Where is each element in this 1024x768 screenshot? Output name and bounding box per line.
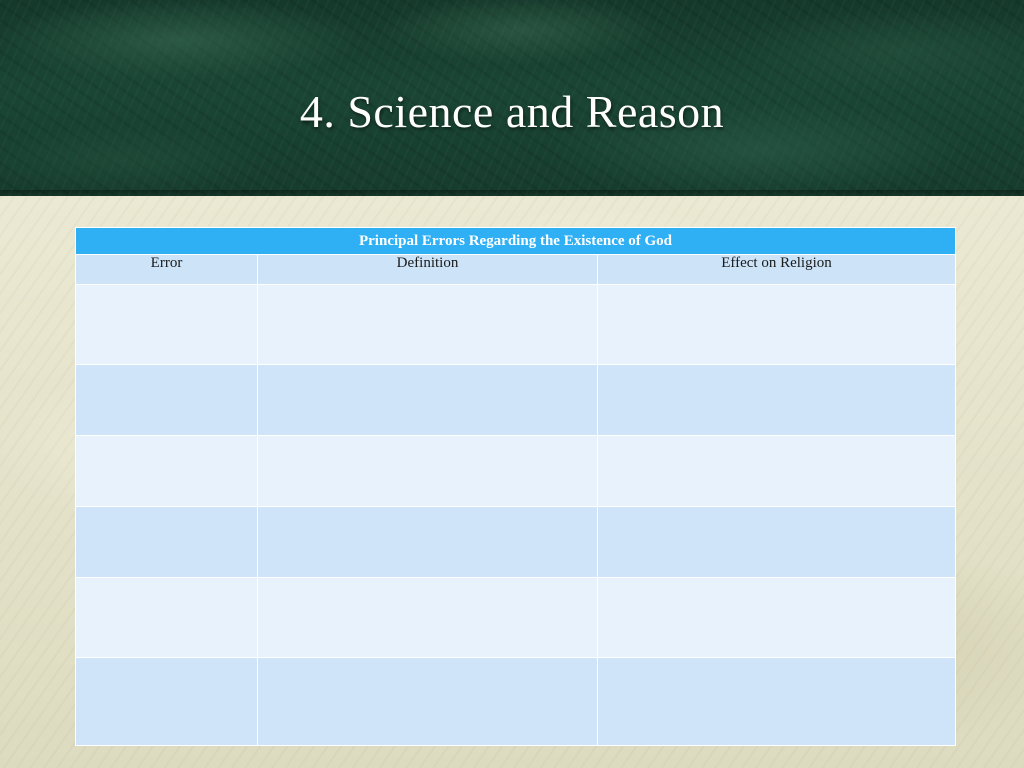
errors-table: Principal Errors Regarding the Existence… xyxy=(74,227,957,746)
column-header-effect-on-religion: Effect on Religion xyxy=(596,254,957,285)
table-cell-definition[interactable] xyxy=(257,577,598,658)
table-row xyxy=(75,657,957,746)
table-caption: Principal Errors Regarding the Existence… xyxy=(74,227,957,255)
table-cell-effect[interactable] xyxy=(596,284,957,365)
table-cell-error[interactable] xyxy=(75,435,258,507)
table-cell-error[interactable] xyxy=(75,577,258,658)
table-cell-definition[interactable] xyxy=(257,284,598,365)
errors-table-container: Principal Errors Regarding the Existence… xyxy=(74,227,957,746)
table-cell-effect[interactable] xyxy=(596,364,957,436)
table-cell-definition[interactable] xyxy=(257,657,598,746)
table-cell-effect[interactable] xyxy=(596,506,957,578)
table-cell-effect[interactable] xyxy=(596,435,957,507)
table-row xyxy=(75,506,957,578)
slide-title: 4. Science and Reason xyxy=(299,86,725,137)
table-cell-definition[interactable] xyxy=(257,506,598,578)
slide: 4. Science and Reason Principal Errors R… xyxy=(0,0,1024,768)
table-row xyxy=(75,364,957,436)
table-cell-definition[interactable] xyxy=(257,364,598,436)
table-row xyxy=(75,577,957,658)
table-row xyxy=(75,284,957,365)
table-cell-error[interactable] xyxy=(75,364,258,436)
table-row xyxy=(75,435,957,507)
table-title-row: Principal Errors Regarding the Existence… xyxy=(74,227,957,255)
table-cell-effect[interactable] xyxy=(596,657,957,746)
table-header-row: Error Definition Effect on Religion xyxy=(75,254,957,285)
table-cell-error[interactable] xyxy=(75,284,258,365)
table-cell-error[interactable] xyxy=(75,657,258,746)
table-cell-error[interactable] xyxy=(75,506,258,578)
table-cell-effect[interactable] xyxy=(596,577,957,658)
table-cell-definition[interactable] xyxy=(257,435,598,507)
column-header-error: Error xyxy=(75,254,258,285)
column-header-definition: Definition xyxy=(257,254,598,285)
